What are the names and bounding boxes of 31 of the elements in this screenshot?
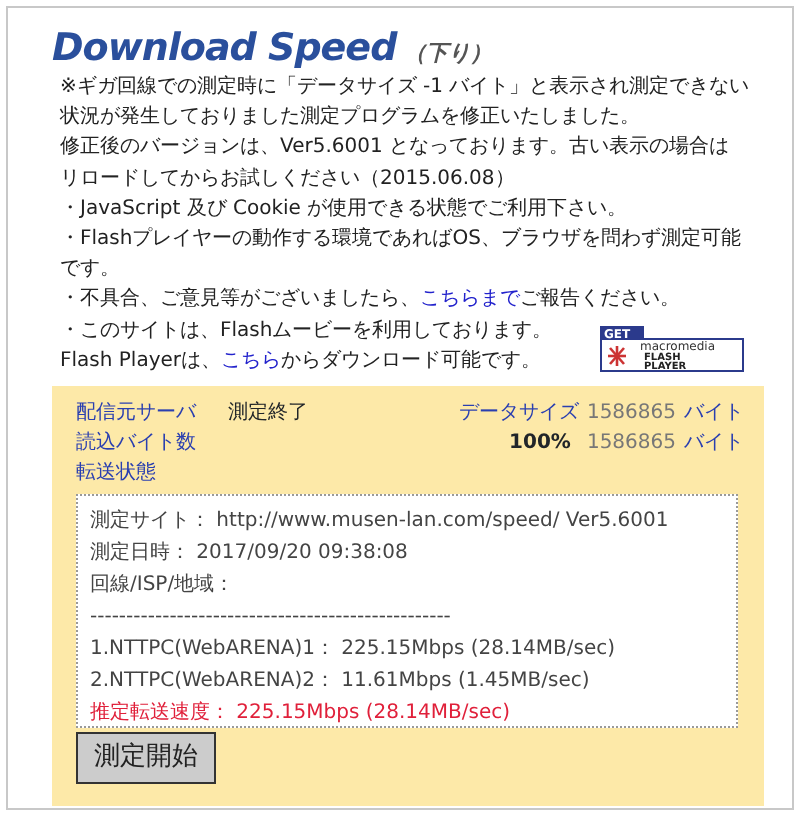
notice-link[interactable]: こちらまで [420,288,520,311]
result-text: 回線/ISP/地域： [90,571,237,601]
result-text: 測定サイト： http://www.musen-lan.com/speed/ Ver5.6001 [90,507,671,537]
status-label: 読込バイト数 [76,429,196,459]
result-text: 測定日時： 2017/09/20 09:38:08 [90,539,410,569]
status-text: 測定終了 [228,399,308,429]
notice-text: ・このサイトは、Flashムービーを利用しております。 [58,317,553,346]
status-label: 配信元サーバ [76,400,196,429]
status-percent: 100% [509,430,571,459]
result-text: 1.NTTPC(WebARENA)1： 225.15Mbps (28.14MB/sec) [90,636,617,665]
status-value: 1586865 [586,400,676,429]
notice-text: Flash Playerは、こちらからダウンロード可能です。 [58,347,544,376]
status-value: 1586865 [586,430,676,459]
result-text: -------------------------------------------------- [90,604,453,633]
status-label: バイト [684,430,744,459]
notice-text: ※ギガ回線での測定時に「データサイズ -1 バイト」と表示され測定できない [58,73,752,102]
notice-link[interactable]: こちら [221,349,282,372]
start-button[interactable]: 測定開始 [76,732,216,784]
status-label: バイト [684,400,744,429]
notice-text: 状況が発生しておりました測定プログラムを修正いたしました。 [58,103,642,133]
notice-text: ・JavaScript 及び Cookie が使用できる状態でご利用下さい。 [58,195,630,224]
estimate-text: 推定転送速度： 225.15Mbps (28.14MB/sec) [90,699,513,729]
notice-text: ・Flashプレイヤーの動作する環境であればOS、ブラウザを問わず測定可能です。 [58,225,742,285]
notice-text: 修正後のバージョンは、Ver5.6001 となっております。古い表示の場合は [58,133,731,163]
status-label: データサイズ [458,400,579,429]
page-title: Download Speed [52,24,397,72]
page-subtitle: （下り） [404,38,493,70]
status-label: 転送状態 [76,459,158,489]
notice-text: ・不具合、ご意見等がございましたら、こちらまでご報告ください。 [58,285,682,315]
result-text: 2.NTTPC(WebARENA)2： 11.61Mbps (1.45MB/sec) [90,668,592,697]
notice-text: リロードしてからお試しください（2015.06.08） [58,165,517,194]
